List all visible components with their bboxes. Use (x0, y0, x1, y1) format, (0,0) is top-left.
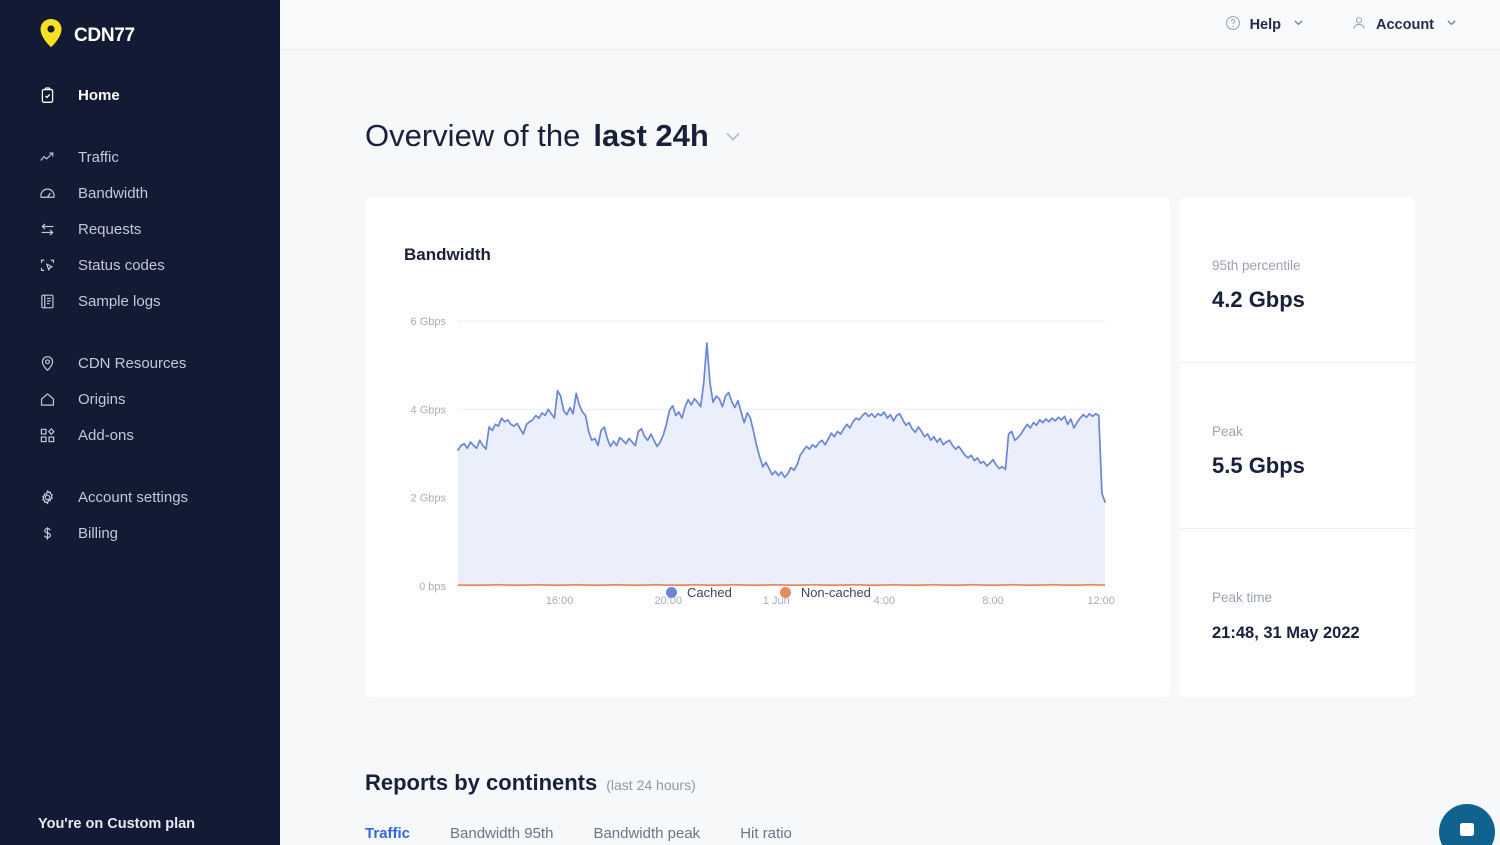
stat-label: 95th percentile (1212, 258, 1301, 273)
account-label: Account (1376, 16, 1434, 33)
gauge-icon (38, 184, 56, 202)
dollar-icon (38, 524, 56, 542)
reports-title-text: Reports by continents (365, 770, 598, 795)
sidebar-item-label: Add-ons (78, 426, 134, 444)
y-axis-tick-label: 4 Gbps (411, 404, 447, 416)
tab-hit-ratio[interactable]: Hit ratio (740, 825, 792, 842)
y-axis-tick-label: 6 Gbps (411, 316, 447, 328)
clipboard-check-icon (38, 86, 56, 104)
tab-bandwidth-peak[interactable]: Bandwidth peak (593, 825, 700, 842)
help-menu-button[interactable]: Help (1225, 15, 1305, 35)
sidebar-item-sample-logs[interactable]: Sample logs (0, 283, 280, 319)
grid-apps-icon (38, 426, 56, 444)
sidebar-item-origins[interactable]: Origins (0, 381, 280, 417)
stat-value: 4.2 Gbps (1212, 287, 1305, 312)
logo[interactable]: CDN77 (0, 0, 280, 53)
plan-status-text: You're on Custom plan (38, 816, 196, 832)
reports-tabs: Traffic Bandwidth 95th Bandwidth peak Hi… (365, 825, 792, 842)
question-circle-icon (1225, 15, 1241, 35)
sidebar-item-account-settings[interactable]: Account settings (0, 479, 280, 515)
legend-color-dot (779, 587, 791, 598)
y-axis-tick-label: 2 Gbps (411, 493, 447, 505)
sidebar-item-label: Bandwidth (78, 184, 149, 202)
nav-divider-1 (0, 113, 280, 139)
help-label: Help (1249, 16, 1281, 33)
cached-area (458, 343, 1105, 586)
x-axis-tick-label: 8:00 (982, 595, 1003, 607)
sidebar-item-add-ons[interactable]: Add-ons (0, 417, 280, 453)
sidebar-item-traffic[interactable]: Traffic (0, 139, 280, 175)
arrows-exchange-icon (38, 220, 56, 238)
legend-item-non-cached[interactable]: Non-cached (779, 585, 871, 600)
stat-card-peak-time: Peak time 21:48, 31 May 2022 (1180, 529, 1415, 697)
nav-divider-2 (0, 319, 280, 345)
tab-traffic[interactable]: Traffic (365, 825, 410, 842)
sidebar-item-label: Origins (78, 390, 126, 408)
sidebar-item-bandwidth[interactable]: Bandwidth (0, 175, 280, 211)
legend-label: Cached (687, 585, 732, 600)
main-content: Overview of the last 24h Bandwidth 0 bps… (280, 50, 1500, 845)
legend-color-dot (666, 587, 677, 598)
nav-group-primary: Home (0, 77, 280, 113)
cursor-select-icon (38, 256, 56, 274)
trending-up-icon (38, 148, 56, 166)
bandwidth-chart-card: Bandwidth 0 bps 2 Gbps 4 Gbps 6 Gbps 16:00 20… (365, 197, 1170, 697)
chart-legend: Cached Non-cached (666, 585, 871, 600)
nav-group-analytics: Traffic Bandwidth Requests Status codes … (0, 139, 280, 319)
reports-subtitle: (last 24 hours) (606, 777, 696, 793)
sidebar-item-label: Traffic (78, 148, 119, 166)
account-menu-button[interactable]: Account (1351, 15, 1458, 35)
sidebar-item-status-codes[interactable]: Status codes (0, 247, 280, 283)
nav-group-resources: CDN Resources Origins Add-ons (0, 345, 280, 453)
sidebar-item-label: Status codes (78, 256, 165, 274)
location-pin-icon (38, 354, 56, 372)
tab-bandwidth-95th[interactable]: Bandwidth 95th (450, 825, 553, 842)
sidebar-item-label: Sample logs (78, 292, 161, 310)
sidebar-item-requests[interactable]: Requests (0, 211, 280, 247)
sidebar-item-label: Requests (78, 220, 142, 238)
y-axis-tick-label: 0 bps (419, 581, 446, 593)
header-actions: Help Account (1225, 0, 1458, 49)
x-axis-tick-label: 12:00 (1087, 595, 1115, 607)
stat-value: 5.5 Gbps (1212, 453, 1305, 478)
x-axis-tick-label: 16:00 (546, 595, 574, 607)
chat-bubble-icon (1455, 818, 1479, 845)
home-outline-icon (38, 390, 56, 408)
sidebar-item-billing[interactable]: Billing (0, 515, 280, 551)
stats-panel: 95th percentile 4.2 Gbps Peak 5.5 Gbps P… (1180, 197, 1415, 697)
sidebar-item-home[interactable]: Home (0, 77, 280, 113)
sidebar-item-label: Account settings (78, 488, 189, 506)
document-list-icon (38, 292, 56, 310)
stat-card-peak: Peak 5.5 Gbps (1180, 363, 1415, 529)
stat-card-95th-percentile: 95th percentile 4.2 Gbps (1180, 197, 1415, 363)
nav-divider-3 (0, 453, 280, 479)
chevron-down-icon (1445, 16, 1458, 33)
top-header: Help Account (280, 0, 1500, 50)
sidebar: CDN77 Home Traffic Bandwidth Requests St… (0, 0, 280, 845)
reports-section-title: Reports by continents (last 24 hours) (365, 770, 696, 796)
chevron-down-icon[interactable] (722, 125, 744, 147)
sidebar-item-label: Home (78, 86, 120, 104)
chevron-down-icon (1292, 16, 1305, 33)
location-pin-icon (38, 18, 64, 53)
page-title-range: last 24h (593, 118, 709, 153)
x-axis-tick-label: 4:00 (874, 595, 895, 607)
page-title-prefix: Overview of the (365, 118, 581, 153)
sidebar-item-label: Billing (78, 524, 119, 542)
legend-item-cached[interactable]: Cached (666, 585, 732, 600)
chat-widget-button[interactable] (1439, 804, 1495, 845)
user-icon (1351, 15, 1367, 35)
logo-text: CDN77 (74, 24, 135, 46)
legend-label: Non-cached (800, 585, 871, 600)
stat-label: Peak time (1212, 590, 1273, 605)
stat-label: Peak (1212, 424, 1243, 439)
bandwidth-chart[interactable]: 0 bps2 Gbps4 Gbps6 Gbps16:00 20:00 1 Jun 4:… (365, 197, 1170, 697)
stat-value: 21:48, 31 May 2022 (1212, 624, 1360, 642)
nav-group-account: Account settings Billing (0, 479, 280, 551)
gear-icon (38, 488, 56, 506)
sidebar-item-label: CDN Resources (78, 354, 187, 372)
page-title: Overview of the last 24h (365, 118, 744, 154)
sidebar-item-cdn-resources[interactable]: CDN Resources (0, 345, 280, 381)
